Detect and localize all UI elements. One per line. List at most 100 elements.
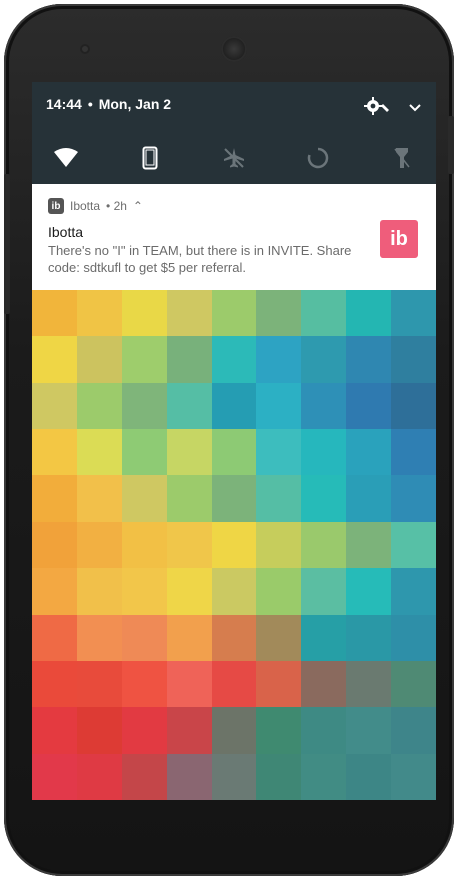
status-time: 14:44: [46, 96, 82, 112]
wallpaper-tile: [301, 660, 348, 708]
wallpaper-tile: [346, 753, 393, 800]
volume-button: [4, 174, 10, 314]
wallpaper-tile: [391, 521, 436, 569]
ibotta-notification[interactable]: ib Ibotta • 2h ⌃ Ibotta There's no "I" i…: [32, 184, 436, 290]
wallpaper-tile: [121, 521, 168, 569]
wallpaper-tile: [211, 336, 258, 384]
wifi-icon: [54, 148, 78, 167]
phone-toggle[interactable]: [130, 138, 170, 178]
ibotta-large-icon: ib: [380, 220, 418, 258]
wallpaper-tile: [301, 568, 348, 616]
wallpaper-tile: [211, 707, 258, 755]
wallpaper-tile: [301, 753, 348, 800]
wallpaper-tile: [346, 336, 393, 384]
expand-chevron-icon[interactable]: ⌃: [133, 199, 143, 213]
wallpaper-tile: [166, 521, 213, 569]
wallpaper-tile: [346, 707, 393, 755]
phone-body: 14:44 • Mon, Jan 2 ib Ibotta • 2h ⌃ Ibot…: [4, 4, 454, 876]
wallpaper-tile: [121, 753, 168, 800]
status-separator: •: [87, 96, 93, 112]
wallpaper-tile: [256, 382, 303, 430]
wallpaper-tile: [121, 382, 168, 430]
wallpaper-tile: [301, 475, 348, 523]
wallpaper-tile: [346, 475, 393, 523]
notification-app-name: Ibotta: [70, 199, 101, 213]
wallpaper-tile: [256, 290, 303, 337]
wallpaper-tile: [121, 614, 168, 662]
wallpaper-tile: [76, 568, 123, 616]
wallpaper-tile: [121, 475, 168, 523]
wallpaper-tile: [391, 336, 436, 384]
status-time-date: 14:44 • Mon, Jan 2: [46, 96, 171, 112]
wallpaper-tile: [166, 429, 213, 477]
chevron-down-icon[interactable]: [408, 100, 422, 118]
wallpaper-tile: [121, 707, 168, 755]
flashlight-icon: [394, 148, 410, 168]
notification-text: There's no "I" in TEAM, but there is in …: [48, 243, 352, 275]
wallpaper-tile: [166, 475, 213, 523]
wallpaper-tile: [256, 429, 303, 477]
wallpaper-tile: [166, 753, 213, 800]
wallpaper-tile: [121, 568, 168, 616]
wallpaper-tile: [166, 290, 213, 337]
front-camera: [80, 44, 90, 54]
wallpaper-tile: [76, 429, 123, 477]
wallpaper-tile: [211, 660, 258, 708]
mosaic-wallpaper: [32, 290, 436, 800]
wallpaper-tile: [346, 660, 393, 708]
wallpaper-tile: [256, 475, 303, 523]
wallpaper-tile: [32, 290, 78, 337]
wallpaper-tile: [32, 568, 78, 616]
wallpaper-tile: [301, 707, 348, 755]
wallpaper-tile: [391, 753, 436, 800]
wallpaper-tile: [391, 290, 436, 337]
wallpaper-tile: [346, 429, 393, 477]
wallpaper-tile: [346, 521, 393, 569]
notification-title: Ibotta: [48, 224, 84, 240]
airplane-toggle[interactable]: [214, 138, 254, 178]
wallpaper-tile: [346, 382, 393, 430]
rotate-icon: [307, 147, 329, 169]
wallpaper-tile: [211, 614, 258, 662]
wallpaper-tile: [121, 660, 168, 708]
phone-screen: 14:44 • Mon, Jan 2 ib Ibotta • 2h ⌃ Ibot…: [32, 82, 436, 800]
wallpaper-tile: [32, 614, 78, 662]
wifi-toggle[interactable]: [46, 138, 86, 178]
ibotta-app-icon: ib: [48, 198, 64, 214]
quick-toggles-row: [32, 138, 436, 178]
airplane-mode-icon: [224, 148, 244, 168]
wallpaper-tile: [301, 382, 348, 430]
auto-rotate-toggle[interactable]: [298, 138, 338, 178]
status-date[interactable]: Mon, Jan 2: [99, 96, 171, 112]
wallpaper-tile: [391, 475, 436, 523]
quick-settings-header-actions: [364, 96, 422, 121]
wallpaper-tile: [301, 429, 348, 477]
settings-gear-icon[interactable]: [364, 96, 390, 121]
wallpaper-tile: [211, 753, 258, 800]
wallpaper-tile: [76, 614, 123, 662]
wallpaper-tile: [32, 660, 78, 708]
wallpaper-tile: [301, 614, 348, 662]
wallpaper-tile: [211, 568, 258, 616]
wallpaper-tile: [256, 753, 303, 800]
wallpaper-tile: [211, 382, 258, 430]
wallpaper-tile: [391, 429, 436, 477]
wallpaper-tile: [346, 290, 393, 337]
wallpaper-tile: [76, 336, 123, 384]
wallpaper-tile: [121, 429, 168, 477]
wallpaper-tile: [301, 290, 348, 337]
flashlight-toggle[interactable]: [382, 138, 422, 178]
wallpaper-tile: [166, 614, 213, 662]
wallpaper-tile: [166, 382, 213, 430]
wallpaper-tile: [76, 660, 123, 708]
wallpaper-tile: [166, 336, 213, 384]
wallpaper-tile: [391, 568, 436, 616]
wallpaper-tile: [256, 336, 303, 384]
wallpaper-tile: [211, 290, 258, 337]
wallpaper-tile: [346, 614, 393, 662]
wallpaper-tile: [121, 290, 168, 337]
earpiece-speaker: [221, 36, 247, 62]
wallpaper-tile: [76, 290, 123, 337]
notification-header: ib Ibotta • 2h ⌃: [48, 198, 143, 214]
power-button: [448, 116, 454, 174]
